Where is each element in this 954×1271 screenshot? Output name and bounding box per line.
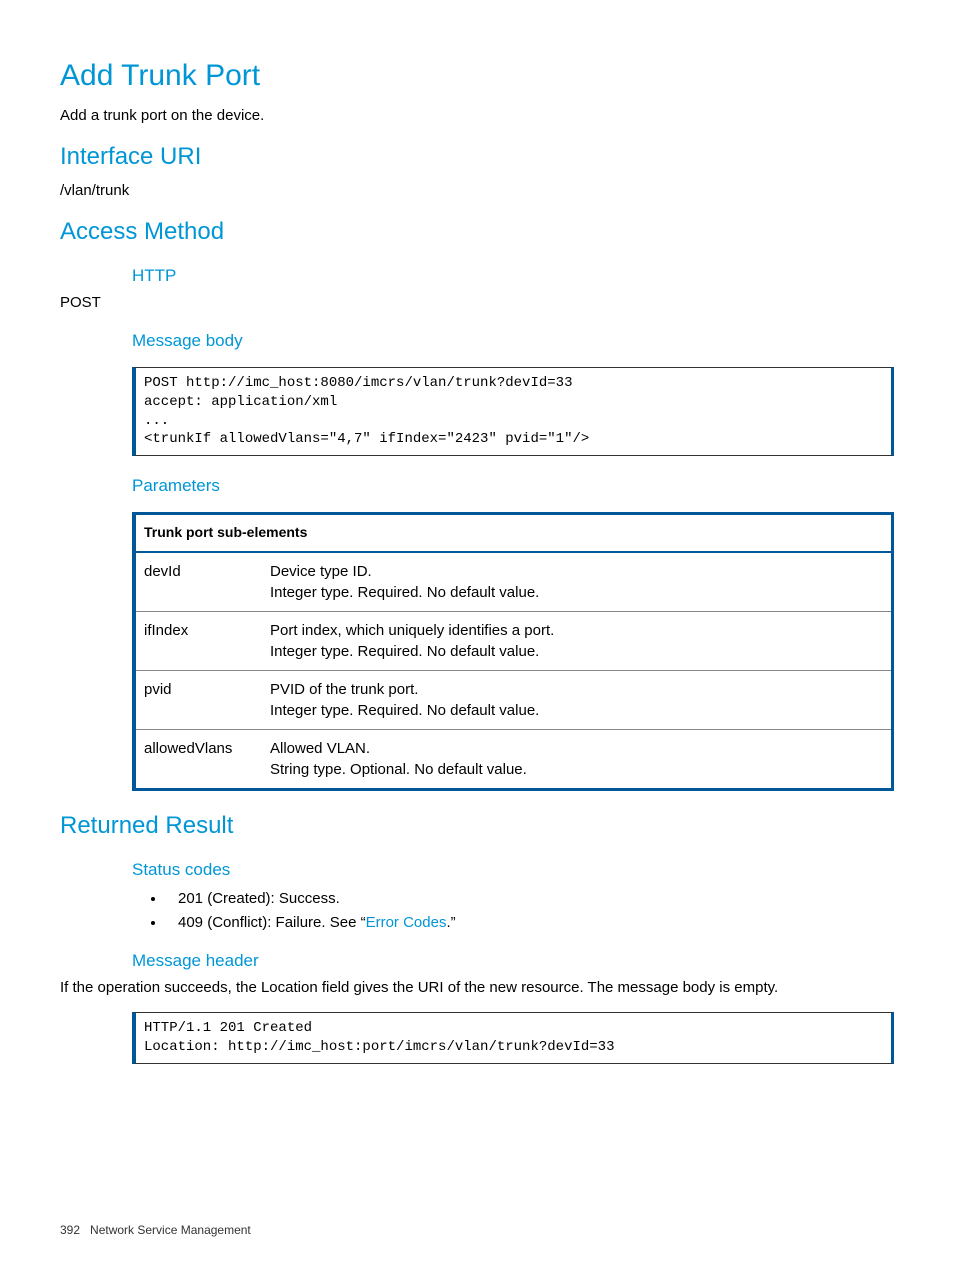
page-title: Add Trunk Port — [60, 55, 894, 97]
parameters-table-header: Trunk port sub-elements — [134, 514, 893, 552]
page-number: 392 — [60, 1223, 80, 1237]
param-desc: Port index, which uniquely identifies a … — [262, 611, 893, 670]
error-codes-link[interactable]: Error Codes — [366, 914, 447, 931]
page-description: Add a trunk port on the device. — [60, 105, 894, 126]
param-desc: PVID of the trunk port. Integer type. Re… — [262, 670, 893, 729]
param-name: pvid — [134, 670, 262, 729]
param-name: ifIndex — [134, 611, 262, 670]
heading-access-method: Access Method — [60, 215, 894, 249]
message-body-code: POST http://imc_host:8080/imcrs/vlan/tru… — [132, 367, 894, 457]
table-row: pvid PVID of the trunk port. Integer typ… — [134, 670, 893, 729]
heading-returned-result: Returned Result — [60, 809, 894, 843]
param-name: devId — [134, 552, 262, 612]
message-header-code: HTTP/1.1 201 Created Location: http://im… — [132, 1012, 894, 1064]
heading-message-header: Message header — [132, 949, 894, 973]
parameters-table: Trunk port sub-elements devId Device typ… — [132, 512, 894, 791]
page-footer: 392 Network Service Management — [60, 1222, 251, 1239]
heading-status-codes: Status codes — [132, 858, 894, 882]
heading-parameters: Parameters — [132, 474, 894, 498]
heading-http: HTTP — [132, 264, 894, 288]
param-desc: Allowed VLAN. String type. Optional. No … — [262, 729, 893, 789]
table-row: ifIndex Port index, which uniquely ident… — [134, 611, 893, 670]
param-name: allowedVlans — [134, 729, 262, 789]
heading-interface-uri: Interface URI — [60, 140, 894, 174]
table-row: devId Device type ID. Integer type. Requ… — [134, 552, 893, 612]
table-row: allowedVlans Allowed VLAN. String type. … — [134, 729, 893, 789]
http-verb: POST — [60, 292, 894, 313]
message-header-text: If the operation succeeds, the Location … — [60, 977, 894, 998]
list-item: 409 (Conflict): Failure. See “Error Code… — [166, 912, 894, 933]
interface-uri-value: /vlan/trunk — [60, 180, 894, 201]
param-desc: Device type ID. Integer type. Required. … — [262, 552, 893, 612]
list-item: 201 (Created): Success. — [166, 888, 894, 909]
footer-section: Network Service Management — [90, 1223, 251, 1237]
status-codes-list: 201 (Created): Success. 409 (Conflict): … — [132, 888, 894, 933]
heading-message-body: Message body — [132, 329, 894, 353]
